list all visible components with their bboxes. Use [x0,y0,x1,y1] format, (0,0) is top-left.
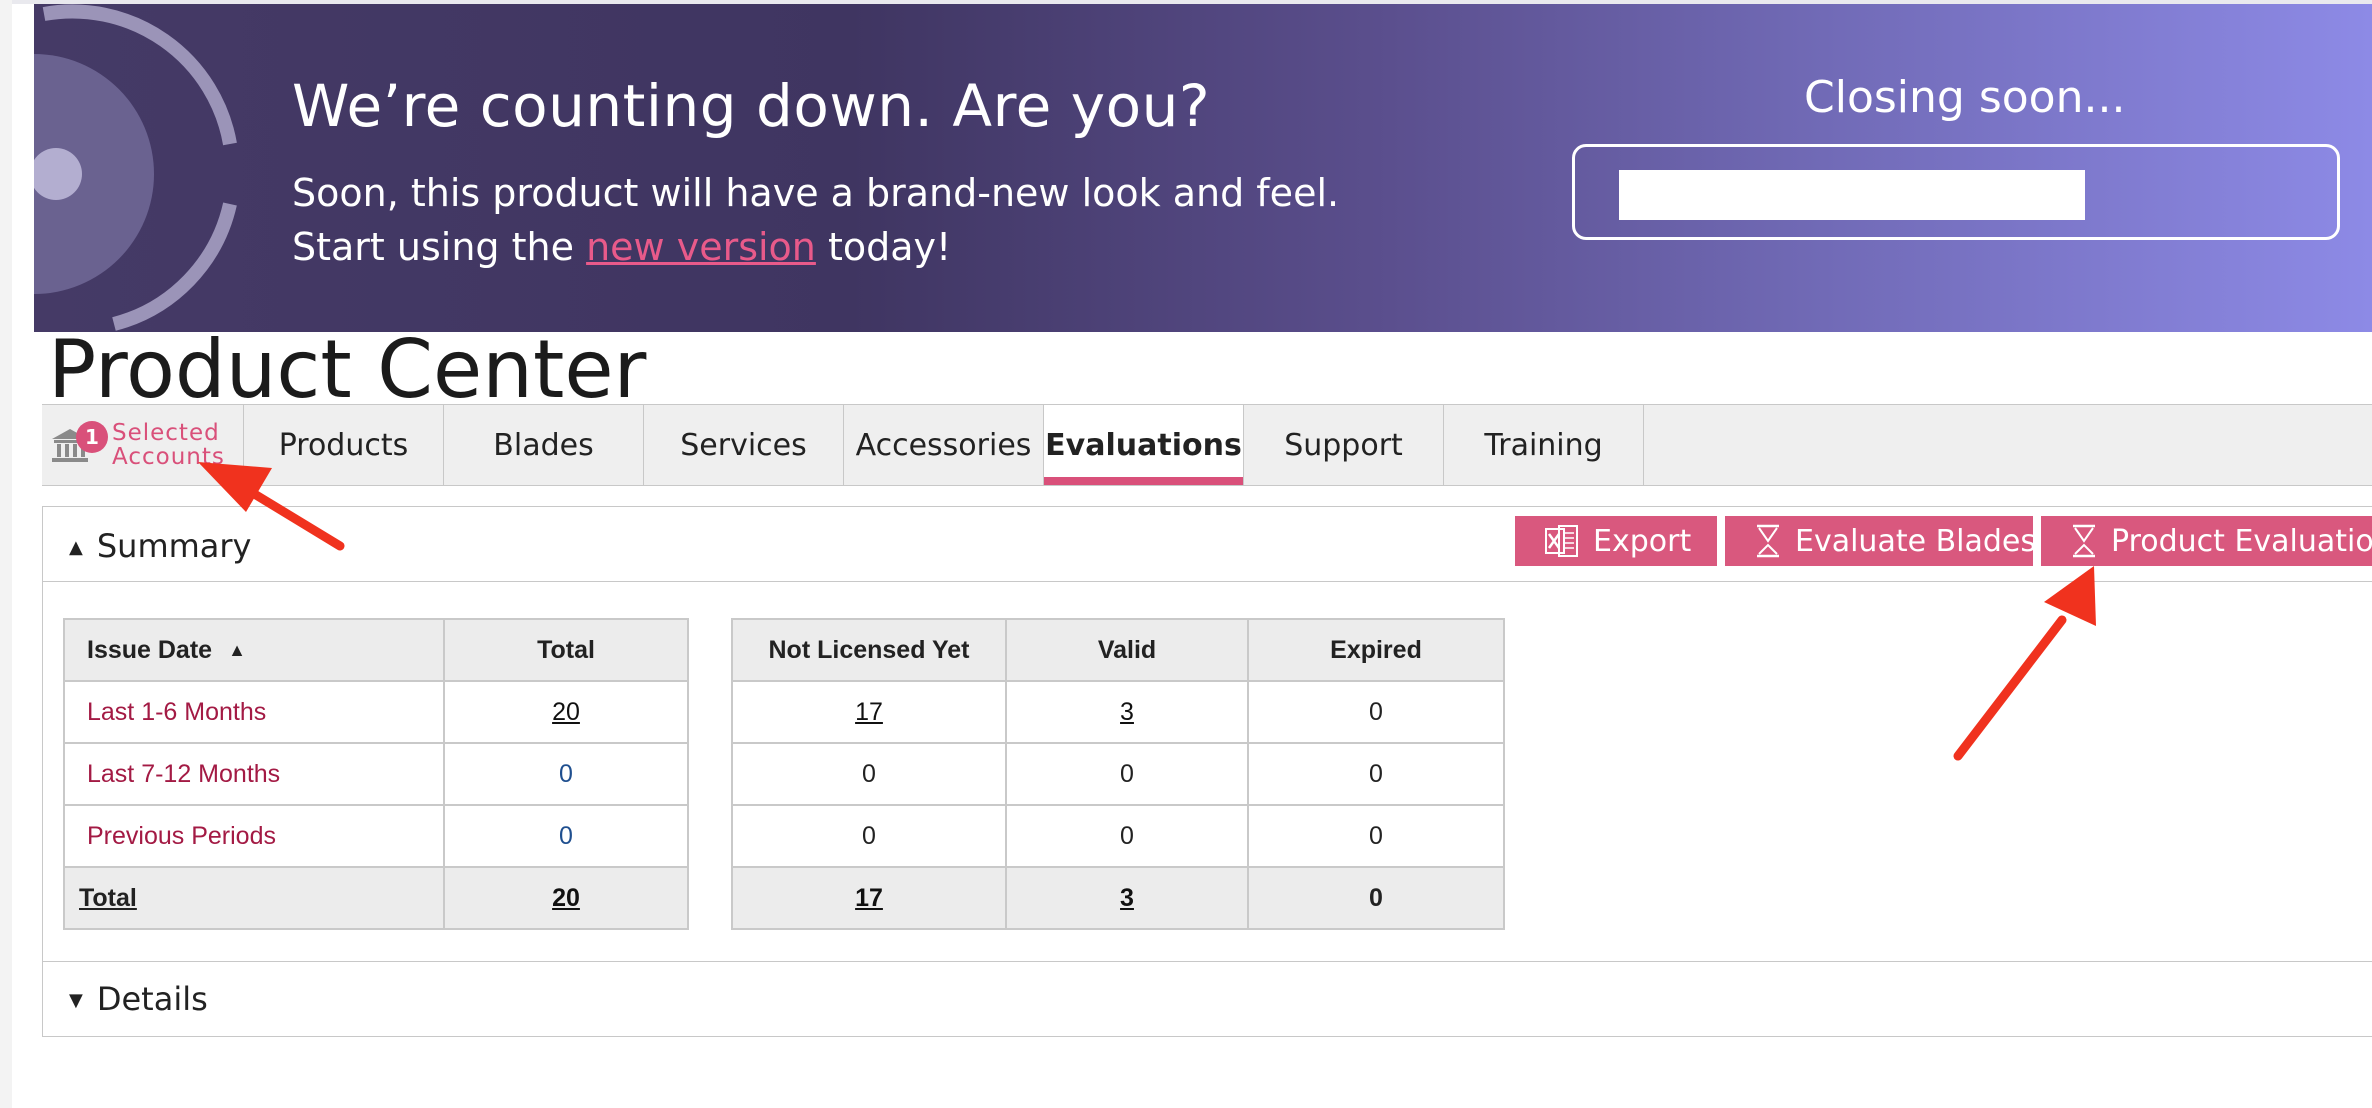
total-count-link[interactable]: 20 [552,698,580,726]
details-panel: ▼ Details [42,961,2372,1037]
summary-panel: ▲ Summary Export Evaluate Blades Product… [42,506,2372,962]
selected-accounts-label: Selected Accounts [112,421,225,469]
tab-bar: 1 Selected Accounts Products Blades Serv… [42,404,2372,486]
total-header: Total [443,618,689,682]
period-link[interactable]: Previous Periods [63,804,445,868]
not-licensed-count-link[interactable]: 17 [855,698,883,726]
summary-title: Summary [96,527,252,565]
hourglass-icon [1755,524,1781,558]
issue-date-header-label: Issue Date [87,635,213,664]
table-row: 0 0 0 [731,742,1505,806]
expand-triangle-icon: ▼ [69,990,83,1011]
tab-accessories[interactable]: Accessories [844,405,1044,485]
details-toggle[interactable]: ▼ Details [69,980,208,1018]
excel-icon [1545,525,1579,557]
issue-date-header[interactable]: Issue Date ▲ [63,618,445,682]
not-licensed-cell: 0 [731,742,1007,806]
collapse-triangle-icon: ▲ [69,537,83,558]
table-row: Last 7-12 Months 0 [63,742,689,806]
tab-training[interactable]: Training [1444,405,1644,485]
table-row: 17 3 0 [731,680,1505,744]
details-title: Details [96,980,208,1018]
period-link[interactable]: Last 1-6 Months [63,680,445,744]
closing-soon-label: Closing soon... [1804,72,2126,123]
valid-cell: 0 [1005,742,1249,806]
selected-accounts-label-line-1: Selected [112,420,220,446]
issue-date-table: Issue Date ▲ Total Last 1-6 Months 20 Las… [63,618,689,930]
license-status-table: Not Licensed Yet Valid Expired 17 3 0 0 … [731,618,1505,930]
table-row: Previous Periods 0 [63,804,689,868]
total-cell: 20 [443,680,689,744]
banner-line-2-prefix: Start using the [292,225,587,269]
tab-services[interactable]: Services [644,405,844,485]
total-row-label[interactable]: Total [63,866,445,930]
table-row: Last 1-6 Months 20 [63,680,689,744]
evaluate-blades-label: Evaluate Blades [1795,523,2037,559]
product-evaluation-label: Product Evaluation [2111,523,2372,559]
total-cell: 20 [443,866,689,930]
expired-cell: 0 [1247,742,1505,806]
page-title: Product Center [48,323,647,416]
export-label: Export [1593,523,1692,559]
total-cell: 0 [443,742,689,806]
not-licensed-total-cell: 17 [731,866,1007,930]
tab-products[interactable]: Products [244,405,444,485]
countdown-box [1572,144,2340,240]
left-strip [0,0,12,1108]
banner-title: We’re counting down. Are you? [292,72,1211,140]
promo-banner: We’re counting down. Are you? Soon, this… [34,4,2372,332]
period-link[interactable]: Last 7-12 Months [63,742,445,806]
summary-toggle[interactable]: ▲ Summary [69,527,251,565]
banner-line-2: Start using the new version today! [292,220,1339,274]
decorative-circle-graphic [34,4,237,331]
table-total-row: Total 20 [63,866,689,930]
export-button[interactable]: Export [1515,516,1717,566]
valid-cell: 3 [1005,680,1249,744]
expired-total-cell: 0 [1247,866,1505,930]
expired-cell: 0 [1247,680,1505,744]
tab-blades[interactable]: Blades [444,405,644,485]
banner-description: Soon, this product will have a brand-new… [292,166,1339,274]
not-licensed-cell: 17 [731,680,1007,744]
expired-header: Expired [1247,618,1505,682]
selected-accounts-count-badge: 1 [76,421,108,453]
banner-line-1: Soon, this product will have a brand-new… [292,171,1340,215]
not-licensed-yet-header: Not Licensed Yet [731,618,1007,682]
valid-header: Valid [1005,618,1249,682]
countdown-value-redacted [1619,170,2085,220]
evaluate-blades-button[interactable]: Evaluate Blades [1725,516,2037,566]
not-licensed-cell: 0 [731,804,1007,868]
table-row: 0 0 0 [731,804,1505,868]
tab-support[interactable]: Support [1244,405,1444,485]
summary-header[interactable]: ▲ Summary Export Evaluate Blades Product… [43,507,2372,582]
valid-count-link[interactable]: 3 [1120,698,1134,726]
sort-ascending-icon: ▲ [228,639,246,660]
product-evaluation-button[interactable]: Product Evaluation [2041,516,2372,566]
new-version-link[interactable]: new version [586,225,816,269]
selected-accounts-tab[interactable]: 1 Selected Accounts [42,405,244,485]
total-cell: 0 [443,804,689,868]
hourglass-icon [2071,524,2097,558]
valid-cell: 0 [1005,804,1249,868]
tab-evaluations[interactable]: Evaluations [1044,405,1244,485]
valid-total-cell: 3 [1005,866,1249,930]
selected-accounts-label-line-2: Accounts [112,444,225,470]
banner-line-2-suffix: today! [815,225,952,269]
not-licensed-total-link[interactable]: 17 [855,884,883,912]
valid-total-link[interactable]: 3 [1120,884,1134,912]
expired-cell: 0 [1247,804,1505,868]
table-total-row: 17 3 0 [731,866,1505,930]
grand-total-link[interactable]: 20 [552,884,580,912]
